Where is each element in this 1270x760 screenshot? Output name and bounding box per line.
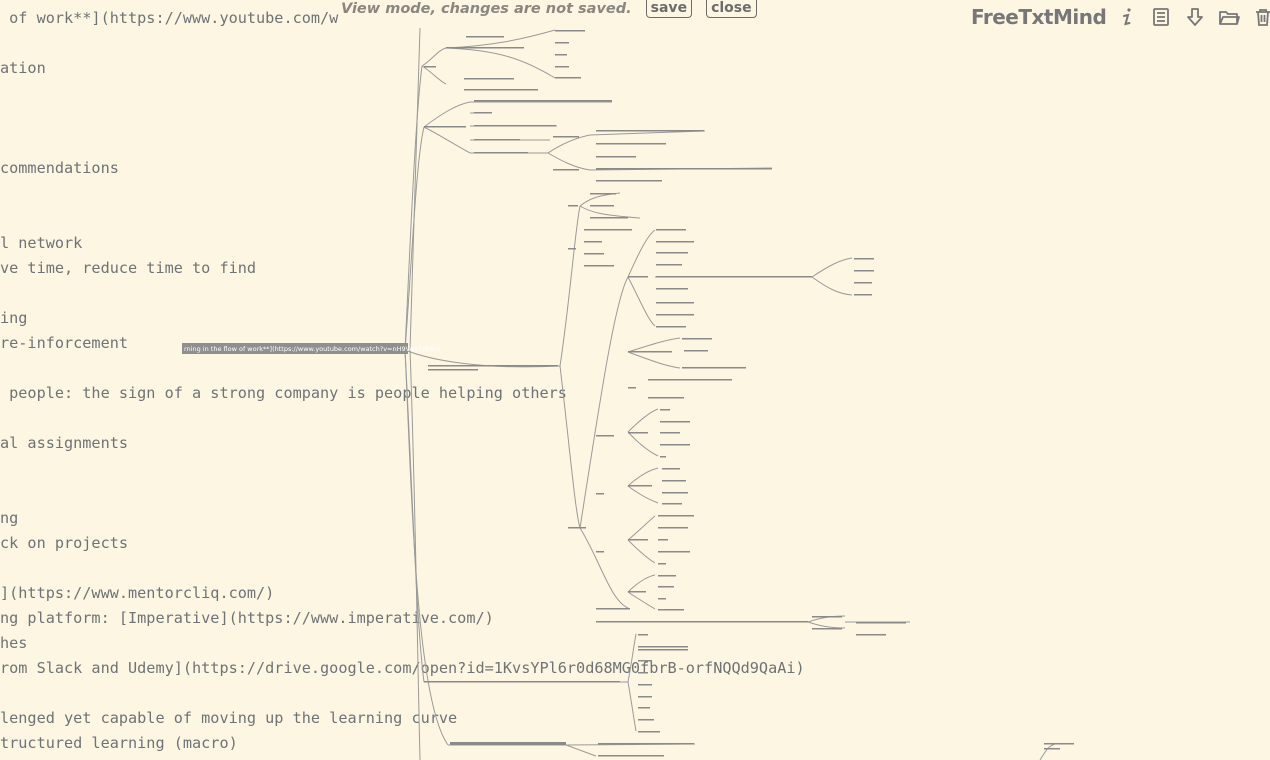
editor-line: hes xyxy=(0,634,28,652)
editor-line: of work**](https://www.youtube.com/w xyxy=(0,9,339,27)
save-button[interactable]: save xyxy=(645,0,693,18)
folder-open-icon[interactable] xyxy=(1218,6,1240,28)
editor-line: tructured learning (macro) xyxy=(0,734,238,752)
mindmap-root-node[interactable]: rning in the flow of work**](https://www… xyxy=(182,343,441,354)
view-mode-notice: View mode, changes are not saved. xyxy=(341,1,632,17)
editor-line: lenged yet capable of moving up the lear… xyxy=(0,709,458,727)
editor-line: al assignments xyxy=(0,434,129,452)
app-title: FreeTxtMind xyxy=(971,5,1107,29)
document-icon[interactable] xyxy=(1150,6,1172,28)
editor-line: ation xyxy=(0,59,46,77)
info-icon[interactable] xyxy=(1116,6,1138,28)
toolbar-icons xyxy=(1116,6,1270,28)
editor-line: ng xyxy=(0,509,19,527)
editor-line: ng platform: [Imperative](https://www.im… xyxy=(0,609,494,627)
editor-line: l network xyxy=(0,234,83,252)
editor-line: re-inforcement xyxy=(0,334,129,352)
editor-line: ](https://www.mentorcliq.com/) xyxy=(0,584,275,602)
markdown-editor[interactable]: of work**](https://www.youtube.com/w ati… xyxy=(0,0,1270,760)
editor-line: ck on projects xyxy=(0,534,129,552)
view-mode-toolbar: View mode, changes are not saved. save c… xyxy=(341,0,757,18)
editor-line: rom Slack and Udemy](https://drive.googl… xyxy=(0,659,805,677)
trash-icon[interactable] xyxy=(1252,6,1270,28)
root-node-label: rning in the flow of work**](https://www… xyxy=(184,345,441,353)
download-icon[interactable] xyxy=(1184,6,1206,28)
editor-line: commendations xyxy=(0,159,119,177)
editor-line: people: the sign of a strong company is … xyxy=(0,384,567,402)
close-button[interactable]: close xyxy=(706,0,757,18)
editor-line: ing xyxy=(0,309,28,327)
editor-line: ve time, reduce time to find xyxy=(0,259,257,277)
